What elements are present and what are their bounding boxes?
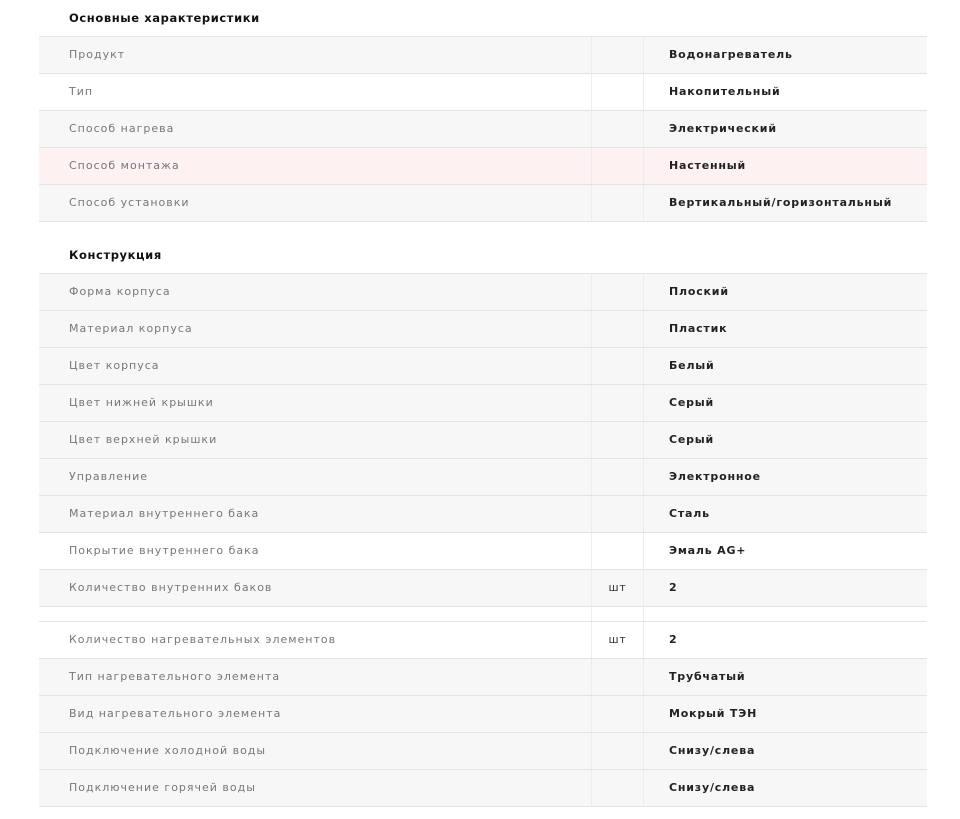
spec-name: Покрытие внутреннего бака (39, 533, 592, 569)
table-row: Покрытие внутреннего бака Эмаль AG+ (39, 533, 927, 570)
table-row: Продукт Водонагреватель (39, 37, 927, 74)
section-title-main: Основные характеристики (69, 11, 260, 25)
table-row: Способ нагрева Электрический (39, 111, 927, 148)
spec-value: Плоский (669, 285, 729, 298)
spacer-cell (644, 607, 927, 621)
spec-value: Настенный (669, 159, 747, 172)
spec-unit (592, 148, 644, 184)
spec-name: Тип нагревательного элемента (39, 659, 592, 695)
spec-value: Серый (669, 433, 715, 446)
spec-value: Пластик (669, 322, 728, 335)
table-row: Количество нагревательных элементов шт 2 (39, 622, 927, 659)
spacer-cell (592, 607, 644, 621)
spec-value: Белый (669, 359, 715, 372)
spec-value: Накопительный (669, 85, 781, 98)
spec-name: Тип (39, 74, 592, 110)
table-row: Материал корпуса Пластик (39, 311, 927, 348)
table-row: Цвет нижней крышки Серый (39, 385, 927, 422)
spec-name: Способ установки (39, 185, 592, 221)
spec-value: Снизу/слева (669, 781, 756, 794)
spec-value: Снизу/слева (669, 744, 756, 757)
spec-value: Вертикальный/горизонтальный (669, 196, 893, 209)
spec-value: Электрический (669, 122, 777, 135)
section-title-construction: Конструкция (69, 248, 162, 262)
spec-name: Цвет нижней крышки (39, 385, 592, 421)
spec-name: Материал корпуса (39, 311, 592, 347)
table-row: Способ установки Вертикальный/горизонтал… (39, 185, 927, 222)
spec-name: Вид нагревательного элемента (39, 696, 592, 732)
spec-unit (592, 37, 644, 73)
table-row: Форма корпуса Плоский (39, 274, 927, 311)
spec-name: Подключение горячей воды (39, 770, 592, 806)
specs-panel: Основные характеристики Продукт Водонагр… (39, 0, 927, 807)
spec-unit (592, 385, 644, 421)
spec-name: Цвет верхней крышки (39, 422, 592, 458)
table-row-highlighted: Способ монтажа Настенный (39, 148, 927, 185)
spec-value: Электронное (669, 470, 761, 483)
spec-unit (592, 185, 644, 221)
spec-value: Серый (669, 396, 715, 409)
table-row: Подключение горячей воды Снизу/слева (39, 770, 927, 807)
spec-value: Эмаль AG+ (669, 544, 747, 557)
table-row: Управление Электронное (39, 459, 927, 496)
spec-name: Цвет корпуса (39, 348, 592, 384)
spec-unit (592, 422, 644, 458)
spacer-cell (39, 607, 592, 621)
spec-unit (592, 696, 644, 732)
table-row: Подключение холодной воды Снизу/слева (39, 733, 927, 770)
table-row: Количество внутренних баков шт 2 (39, 570, 927, 607)
spec-name: Форма корпуса (39, 274, 592, 310)
spec-unit (592, 459, 644, 495)
table-row: Вид нагревательного элемента Мокрый ТЭН (39, 696, 927, 733)
spec-unit (592, 496, 644, 532)
spec-value: Сталь (669, 507, 710, 520)
spec-value: 2 (669, 581, 678, 594)
spec-unit (592, 770, 644, 806)
spec-unit (592, 533, 644, 569)
spec-unit (592, 348, 644, 384)
spec-name: Управление (39, 459, 592, 495)
spec-value: Мокрый ТЭН (669, 707, 758, 720)
spec-name: Подключение холодной воды (39, 733, 592, 769)
table-row: Цвет корпуса Белый (39, 348, 927, 385)
spec-unit (592, 274, 644, 310)
spec-name: Способ нагрева (39, 111, 592, 147)
table-row: Материал внутреннего бака Сталь (39, 496, 927, 533)
specs-table-main: Продукт Водонагреватель Тип Накопительны… (39, 36, 927, 222)
spec-unit: шт (592, 622, 644, 658)
spec-unit (592, 659, 644, 695)
spec-value: Трубчатый (669, 670, 746, 683)
spec-name: Материал внутреннего бака (39, 496, 592, 532)
spec-unit (592, 74, 644, 110)
spec-unit (592, 733, 644, 769)
spec-value: Водонагреватель (669, 48, 793, 61)
spec-unit (592, 311, 644, 347)
spec-name: Продукт (39, 37, 592, 73)
spec-name: Количество нагревательных элементов (39, 622, 592, 658)
table-row: Цвет верхней крышки Серый (39, 422, 927, 459)
spec-value: 2 (669, 633, 678, 646)
table-row: Тип нагревательного элемента Трубчатый (39, 659, 927, 696)
spec-unit (592, 111, 644, 147)
spec-name: Способ монтажа (39, 148, 592, 184)
spec-unit: шт (592, 570, 644, 606)
table-row-spacer (39, 607, 927, 622)
specs-table-construction: Форма корпуса Плоский Материал корпуса П… (39, 273, 927, 807)
spec-name: Количество внутренних баков (39, 570, 592, 606)
table-row: Тип Накопительный (39, 74, 927, 111)
